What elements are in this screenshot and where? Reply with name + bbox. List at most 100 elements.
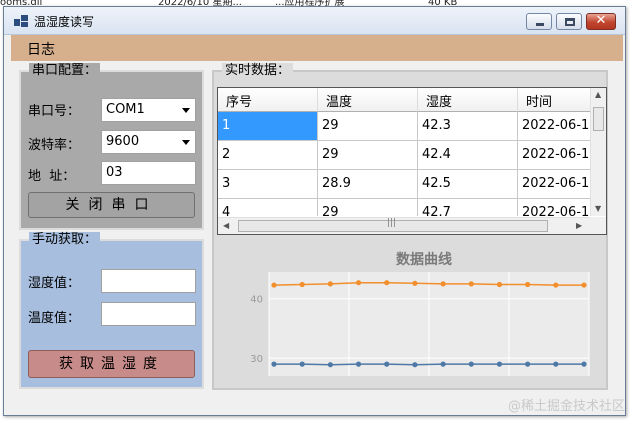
temperature-label: 温度值： xyxy=(28,311,81,326)
data-point xyxy=(553,282,559,288)
minimize-button[interactable] xyxy=(526,13,552,30)
data-point xyxy=(468,361,474,367)
menu-item-log[interactable]: 日志 xyxy=(27,39,55,59)
data-point xyxy=(440,361,446,367)
table-cell[interactable]: 28.9 xyxy=(318,170,418,199)
port-value: COM1 xyxy=(106,102,145,117)
column-header[interactable]: 序号 xyxy=(218,88,318,112)
table-cell[interactable]: 29 xyxy=(318,112,418,141)
chart-svg: 数据曲线 40 30 xyxy=(250,251,590,376)
table-row[interactable]: 4 29 42.7 2022-06-11 xyxy=(218,199,591,216)
serial-config-group: 串口配置： 串口号： COM1 波特率： 9600 地 址： 03 关闭串口 xyxy=(19,63,204,230)
table-cell[interactable]: 2022-06-11 xyxy=(518,170,591,199)
humidity-label: 湿度值： xyxy=(28,276,81,291)
table-cell[interactable]: 3 xyxy=(218,170,318,199)
humidity-field[interactable] xyxy=(101,269,196,293)
column-header[interactable]: 时间 xyxy=(518,88,591,112)
data-point xyxy=(299,281,305,288)
maximize-icon xyxy=(565,18,575,26)
baud-select[interactable]: 9600 xyxy=(101,130,196,154)
data-grid-viewport: 序号 温度 湿度 时间 1 29 42.3 2022-06-11 2 29 42… xyxy=(218,88,591,216)
table-cell[interactable]: 42.3 xyxy=(418,112,518,141)
table-row[interactable]: 3 28.9 42.5 2022-06-11 xyxy=(218,170,591,199)
table-cell[interactable]: 42.5 xyxy=(418,170,518,199)
data-point xyxy=(327,281,333,287)
chevron-down-icon xyxy=(182,140,190,145)
data-point xyxy=(496,281,503,288)
data-point xyxy=(525,361,531,367)
data-point xyxy=(271,282,277,288)
minimize-icon xyxy=(536,23,544,26)
data-grid[interactable]: 序号 温度 湿度 时间 1 29 42.3 2022-06-11 2 29 42… xyxy=(217,87,607,235)
baud-label: 波特率： xyxy=(28,138,81,153)
chevron-down-icon xyxy=(182,108,190,113)
temperature-field[interactable] xyxy=(101,302,196,326)
scroll-right-icon[interactable]: ▶ xyxy=(576,221,582,230)
horizontal-scrollbar[interactable]: ◀ ||| ▶ xyxy=(218,217,591,234)
window-title: 温湿度读写 xyxy=(34,15,95,29)
port-label: 串口号： xyxy=(28,104,81,119)
data-point xyxy=(327,362,333,368)
scrollbar-corner xyxy=(590,217,606,234)
data-point xyxy=(299,361,305,367)
scroll-down-icon[interactable]: ▼ xyxy=(595,204,601,213)
data-chart: 数据曲线 40 30 xyxy=(219,244,605,384)
data-point xyxy=(468,281,474,287)
address-label: 地 址： xyxy=(28,169,76,184)
table-cell[interactable]: 4 xyxy=(218,199,318,216)
data-point xyxy=(581,282,587,288)
column-header[interactable]: 温度 xyxy=(318,88,418,112)
read-temp-humidity-button[interactable]: 获取温湿度 xyxy=(28,350,195,378)
close-port-button[interactable]: 关闭串口 xyxy=(28,192,195,218)
realtime-data-title: 实时数据： xyxy=(222,63,294,79)
column-header[interactable]: 湿度 xyxy=(418,88,518,112)
data-point xyxy=(440,281,446,287)
table-cell[interactable]: 2022-06-11 xyxy=(518,141,591,170)
serial-config-title: 串口配置： xyxy=(29,63,101,79)
table-cell[interactable]: 42.7 xyxy=(418,199,518,216)
horizontal-scroll-thumb[interactable]: ||| xyxy=(238,218,548,232)
title-bar[interactable]: 温湿度读写 ✕ xyxy=(4,7,625,35)
port-select[interactable]: COM1 xyxy=(101,98,196,122)
table-cell[interactable]: 29 xyxy=(318,141,418,170)
vertical-scroll-thumb[interactable] xyxy=(593,107,604,131)
address-field[interactable]: 03 xyxy=(101,161,196,185)
table-row[interactable]: 2 29 42.4 2022-06-11 xyxy=(218,141,591,170)
table-cell[interactable]: 2 xyxy=(218,141,318,170)
scroll-left-icon[interactable]: ◀ xyxy=(223,221,229,230)
grid-header: 序号 温度 湿度 时间 xyxy=(218,88,591,112)
scroll-up-icon[interactable]: ▲ xyxy=(595,90,601,99)
data-point xyxy=(553,361,559,367)
close-icon: ✕ xyxy=(595,13,607,28)
data-point xyxy=(412,362,418,368)
data-point xyxy=(355,280,362,286)
y-tick-label: 30 xyxy=(250,354,263,365)
data-point xyxy=(525,281,531,288)
watermark-text: @稀土掘金技术社区 xyxy=(508,399,626,414)
data-point xyxy=(384,280,390,286)
data-point xyxy=(271,361,277,367)
series-line xyxy=(274,363,584,366)
realtime-data-group: 实时数据： 序号 温度 湿度 时间 1 29 42.3 2022-06-11 2… xyxy=(212,63,608,390)
menu-bar: 日志 xyxy=(11,35,623,61)
data-point xyxy=(384,361,390,367)
data-point xyxy=(496,361,503,367)
table-cell[interactable]: 29 xyxy=(318,199,418,216)
data-point xyxy=(581,361,587,367)
app-icon xyxy=(14,15,28,27)
chart-title: 数据曲线 xyxy=(396,251,452,268)
data-point xyxy=(412,280,418,286)
vertical-scrollbar[interactable]: ▲ ▼ xyxy=(590,88,606,216)
table-cell[interactable]: 2022-06-11 xyxy=(518,112,591,141)
table-cell[interactable]: 2022-06-11 xyxy=(518,199,591,216)
close-button[interactable]: ✕ xyxy=(586,13,616,30)
table-cell[interactable]: 42.4 xyxy=(418,141,518,170)
y-tick-label: 40 xyxy=(250,295,263,306)
table-cell[interactable]: 1 xyxy=(218,112,318,141)
manual-read-group: 手动获取： 湿度值： 温度值： 获取温湿度 xyxy=(19,232,204,389)
manual-read-title: 手动获取： xyxy=(29,232,101,248)
table-row[interactable]: 1 29 42.3 2022-06-11 xyxy=(218,112,591,141)
data-point xyxy=(355,361,362,367)
maximize-button[interactable] xyxy=(556,13,582,30)
baud-value: 9600 xyxy=(106,134,140,149)
